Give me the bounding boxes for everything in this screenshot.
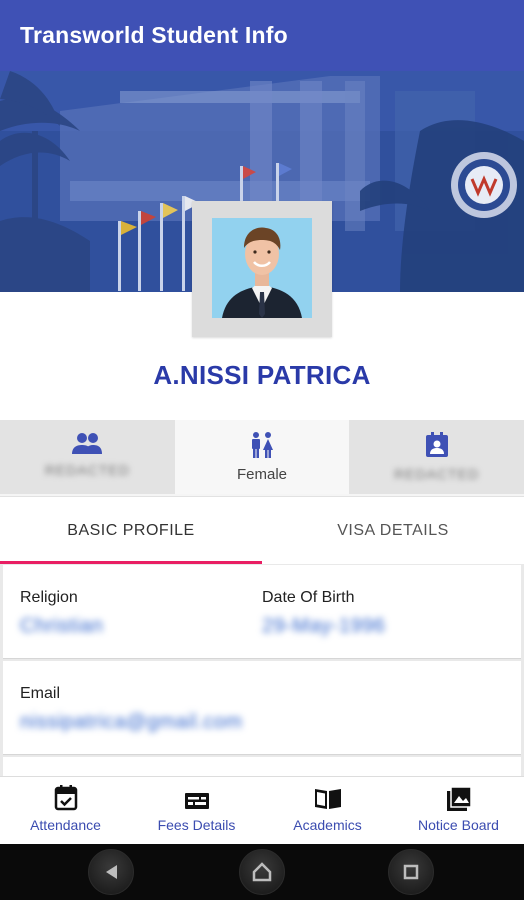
home-button[interactable] [239,849,285,895]
bottom-navigation: Attendance Fees Details Academics Notice… [0,776,524,844]
people-icon [72,433,103,454]
basic-profile-content: Religion Christian Date Of Birth 29-May-… [0,564,524,776]
info-tiles: REDACTED Female REDACTED [0,420,524,494]
nav-attendance-label: Attendance [30,817,101,833]
image-icon [446,786,472,811]
email-value: nissipatrica@gmail.com [20,711,243,733]
screen: Transworld Student Info A.NISSI PATRICA … [0,0,524,900]
profile-tabs: BASIC PROFILE VISA DETAILS [0,496,524,564]
info-tile-group[interactable]: REDACTED [0,420,175,494]
back-icon [106,865,117,879]
nav-academics-label: Academics [293,817,362,833]
system-navigation-bar [0,844,524,900]
nav-fees-details[interactable]: Fees Details [131,777,262,844]
tab-visa-details[interactable]: VISA DETAILS [262,497,524,564]
app-bar: Transworld Student Info [0,0,524,71]
profile-photo [212,218,312,318]
home-icon [252,862,272,882]
dob-value: 29-May-1996 [262,615,386,637]
tab-visa-details-label: VISA DETAILS [337,521,449,539]
religion-label: Religion [20,589,78,606]
info-tile-gender-value: Female [236,466,288,483]
person-portrait [212,218,312,318]
religion-dob-card: Religion Christian Date Of Birth 29-May-… [3,565,521,659]
profile-photo-frame [192,201,332,337]
next-card [3,757,521,776]
info-tile-contact-value: REDACTED [394,466,480,482]
book-icon [314,789,341,809]
recents-icon [403,864,419,880]
tab-basic-profile[interactable]: BASIC PROFILE [0,497,262,564]
contact-card-icon [425,432,448,457]
religion-value: Christian [20,615,104,637]
nav-notice-board[interactable]: Notice Board [393,777,524,844]
recents-button[interactable] [388,849,434,895]
calendar-check-icon [54,785,77,811]
info-tile-group-value: REDACTED [44,462,130,478]
info-tile-gender[interactable]: Female [174,420,350,494]
email-card: Email nissipatrica@gmail.com [3,661,521,755]
nav-attendance[interactable]: Attendance [0,777,131,844]
app-title: Transworld Student Info [20,22,288,48]
nav-notice-board-label: Notice Board [418,817,499,833]
info-tile-contact[interactable]: REDACTED [349,420,524,494]
tab-basic-profile-label: BASIC PROFILE [67,521,195,539]
back-button[interactable] [88,849,134,895]
gender-icon [252,432,273,458]
dob-label: Date Of Birth [262,589,355,606]
email-label: Email [20,685,61,702]
fees-icon [184,793,209,809]
student-name: A.NISSI PATRICA [153,360,371,390]
nav-fees-details-label: Fees Details [157,817,236,833]
nav-academics[interactable]: Academics [262,777,393,844]
